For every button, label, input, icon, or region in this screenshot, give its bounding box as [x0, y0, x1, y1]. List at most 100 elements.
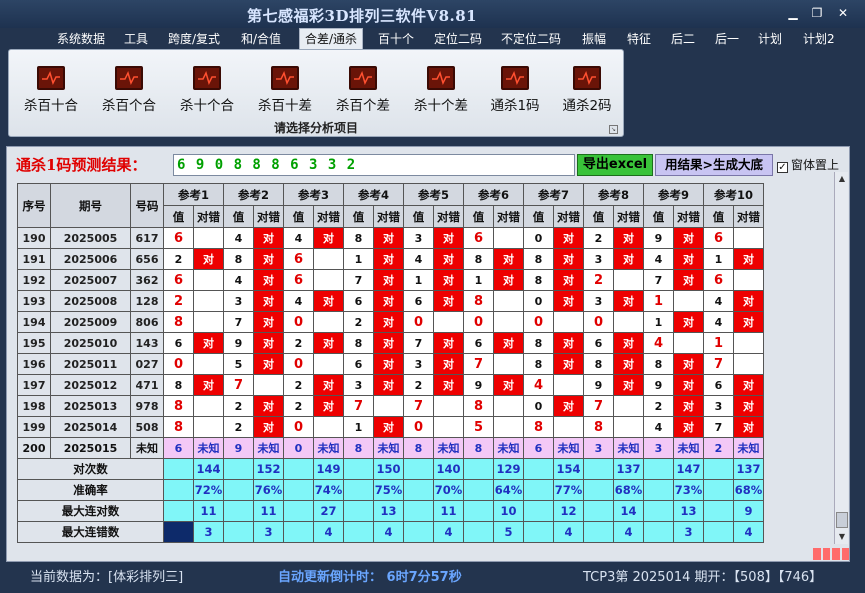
prediction-label: 通杀1码预测结果：: [16, 156, 147, 174]
ref-value: 1: [703, 332, 734, 354]
stats-value: 68%: [613, 479, 644, 501]
scroll-down-icon[interactable]: ▼: [835, 530, 849, 544]
ref-value: 3: [223, 290, 254, 312]
scroll-up-icon[interactable]: ▲: [835, 172, 849, 186]
menu-features[interactable]: 特征: [627, 30, 651, 47]
row-number: 362: [130, 269, 164, 291]
stats-value: 68%: [733, 479, 764, 501]
resize-gripper-icon[interactable]: [813, 548, 849, 560]
ribbon-item-2[interactable]: 杀百个合: [93, 66, 165, 114]
stats-label: 最大连对数: [17, 500, 164, 522]
ref-value: 8: [463, 437, 494, 459]
ref-value: 6: [343, 290, 374, 312]
menu-amplitude[interactable]: 振幅: [582, 30, 606, 47]
ref-hit: 对: [253, 269, 284, 291]
ref-hit: [493, 416, 524, 438]
ribbon-item-7[interactable]: 通杀1码: [479, 66, 551, 114]
ref-value: 8: [583, 416, 614, 438]
generate-base-button[interactable]: 用结果>生成大底: [655, 154, 773, 176]
header-hit: 对错: [193, 205, 224, 228]
menu-sum-value[interactable]: 和/合值: [241, 30, 281, 47]
ref-value: 7: [703, 416, 734, 438]
stats-value: 140: [433, 458, 464, 480]
table-row[interactable]: 199 2025014 508 8 2 对 0 1 对 0 5 8 8 4 对 7 对: [17, 416, 764, 438]
table-row[interactable]: 193 2025008 128 2 3 对 4 对 6 对 6 对 8 0 对 3 对 1 4 对: [17, 290, 764, 312]
vertical-scrollbar[interactable]: ▲ ▼: [834, 172, 848, 544]
menu-hundreds-tens-units[interactable]: 百十个: [378, 30, 414, 47]
scroll-thumb[interactable]: [836, 512, 848, 528]
ref-hit: [193, 311, 224, 333]
prediction-result-field[interactable]: 6 9 0 8 8 8 6 3 3 2: [173, 154, 575, 176]
ref-hit: 对: [253, 353, 284, 375]
menu-unpositioned-two[interactable]: 不定位二码: [501, 30, 561, 47]
ribbon-item-1[interactable]: 杀百十合: [15, 66, 87, 114]
table-row[interactable]: 191 2025006 656 2 对 8 对 6 1 对 4 对 8 对 8 对 3 对 4 对 1 对: [17, 248, 764, 270]
prediction-row[interactable]: 200 2025015 未知 6 未知 9 未知 0 未知 8 未知 8 未知 8 未知 6 未知 3 未知 3 未知 2…: [17, 437, 764, 459]
ref-hit: 对: [253, 290, 284, 312]
window-topmost-checkbox[interactable]: ✓ 窗体置上: [777, 156, 839, 173]
menu-combined-diff-kill[interactable]: 合差/通杀: [299, 28, 364, 50]
menu-span-compound[interactable]: 跨度/复式: [168, 30, 220, 47]
restore-icon[interactable]: ❐: [806, 6, 828, 20]
ribbon-item-8[interactable]: 通杀2码: [551, 66, 623, 114]
ref-value: 6: [703, 374, 734, 396]
ribbon-item-6[interactable]: 杀十个差: [405, 66, 477, 114]
ref-hit: 对: [553, 290, 584, 312]
ref-value: 0: [523, 311, 554, 333]
menu-tools[interactable]: 工具: [124, 30, 148, 47]
ref-hit: 对: [373, 290, 404, 312]
ref-value: 7: [403, 395, 434, 417]
export-excel-button[interactable]: 导出excel: [577, 154, 653, 176]
checkbox-check-icon[interactable]: ✓: [777, 162, 788, 173]
title-bar: 第七感福彩3D排列三软件V8.81 ▁ ❐ ✕: [0, 0, 865, 28]
ref-hit: [673, 290, 704, 312]
stats-value: 70%: [433, 479, 464, 501]
header-hit: 对错: [373, 205, 404, 228]
table-row[interactable]: 196 2025011 027 0 5 对 0 6 对 3 对 7 8 对 8 对 8 对 7: [17, 353, 764, 375]
stats-value: 12: [553, 500, 584, 522]
chart-icon: [427, 66, 455, 90]
chart-icon: [115, 66, 143, 90]
ref-value: 4: [643, 416, 674, 438]
stats-spacer: [403, 479, 434, 501]
table-row[interactable]: 194 2025009 806 8 7 对 0 2 对 0 0 0 0 1 对 4 对: [17, 311, 764, 333]
ref-value: 8: [163, 311, 194, 333]
ref-value: 6: [463, 227, 494, 249]
header-value: 值: [463, 205, 494, 228]
ref-value: 6: [703, 269, 734, 291]
row-seq: 196: [17, 353, 51, 375]
ribbon-item-4[interactable]: 杀百十差: [249, 66, 321, 114]
stats-spacer: [223, 479, 254, 501]
table-row[interactable]: 192 2025007 362 6 4 对 6 7 对 1 对 1 对 8 对 2 7 对 6: [17, 269, 764, 291]
ref-value: 7: [223, 374, 254, 396]
close-icon[interactable]: ✕: [832, 6, 854, 20]
ref-value: 3: [643, 437, 674, 459]
table-row[interactable]: 190 2025005 617 6 4 对 4 对 8 对 3 对 6 0 对 2 对 9 对 6: [17, 227, 764, 249]
ref-value: 8: [403, 437, 434, 459]
status-current-data: 当前数据为：[体彩排列三]: [30, 570, 184, 585]
ref-hit: 对: [553, 332, 584, 354]
ref-hit: 对: [313, 374, 344, 396]
ref-hit: [493, 395, 524, 417]
ribbon-item-5[interactable]: 杀百个差: [327, 66, 399, 114]
menu-plan-2[interactable]: 计划2: [803, 30, 835, 47]
table-row[interactable]: 197 2025012 471 8 对 7 2 对 3 对 2 对 9 对 4 9 对 9 对 6 对: [17, 374, 764, 396]
row-seq: 197: [17, 374, 51, 396]
menu-last-one[interactable]: 后一: [715, 30, 739, 47]
ref-hit: [733, 353, 764, 375]
menu-last-two[interactable]: 后二: [671, 30, 695, 47]
ref-hit: 对: [673, 248, 704, 270]
ribbon-item-3[interactable]: 杀十个合: [171, 66, 243, 114]
minimize-icon[interactable]: ▁: [782, 6, 804, 20]
stats-spacer: [223, 458, 254, 480]
header-value: 值: [343, 205, 374, 228]
row-number: 471: [130, 374, 164, 396]
menu-plan[interactable]: 计划: [758, 30, 782, 47]
menu-system-data[interactable]: 系统数据: [57, 30, 105, 47]
ribbon-launcher-icon[interactable]: ↘: [609, 125, 618, 134]
table-row[interactable]: 195 2025010 143 6 对 9 对 2 对 8 对 7 对 6 对 8 对 6 对 4 1: [17, 332, 764, 354]
ref-hit: [733, 227, 764, 249]
table-row[interactable]: 198 2025013 978 8 2 对 2 对 7 7 8 0 对 7 2 对 3 对: [17, 395, 764, 417]
ref-value: 2: [283, 374, 314, 396]
menu-positioned-two[interactable]: 定位二码: [434, 30, 482, 47]
